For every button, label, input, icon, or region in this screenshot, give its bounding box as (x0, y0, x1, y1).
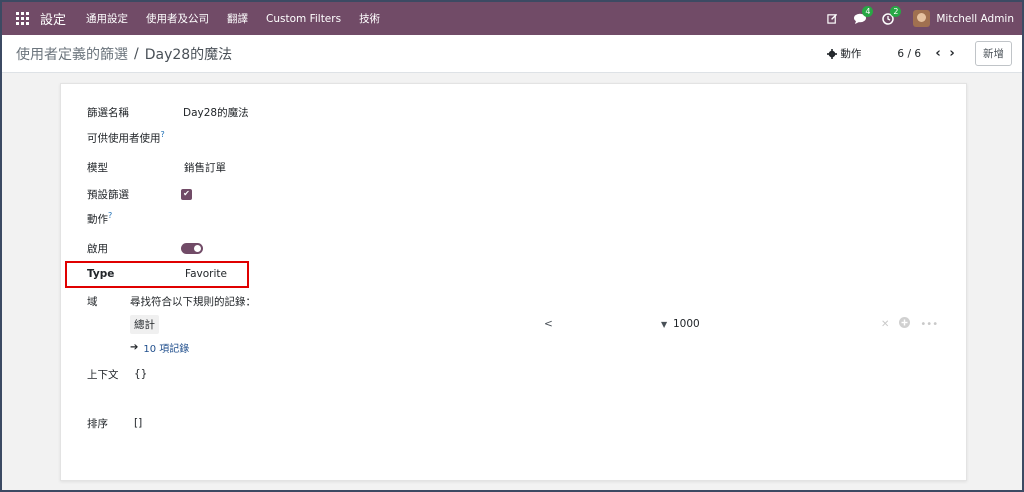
action-menu-button[interactable]: 動作 (827, 46, 861, 61)
context-label: 上下文 (87, 368, 119, 381)
chevron-right-icon[interactable]: › (945, 46, 959, 61)
field-row-context: 上下文 {} (61, 365, 966, 383)
arrow-right-icon: ➔ (130, 341, 139, 353)
user-name[interactable]: Mitchell Admin (936, 13, 1014, 25)
field-row-model: 模型 銷售訂單 (61, 158, 966, 176)
domain-rule-value[interactable]: 1000 (673, 318, 700, 330)
active-toggle[interactable] (181, 242, 203, 254)
default-filter-label: 預設篩選 (87, 188, 129, 201)
messages-badge: 4 (862, 5, 874, 17)
nav-item-technical[interactable]: 技術 (359, 11, 380, 26)
field-row-available-for-user: 可供使用者使用? (61, 129, 966, 147)
sort-label: 排序 (87, 417, 108, 430)
breadcrumb-separator: / (134, 45, 139, 62)
help-tooltip-icon[interactable]: ? (161, 130, 165, 139)
domain-rule-row: 總計 < ▼ 1000 ✕ ••• (130, 313, 943, 335)
breadcrumb-current: Day28的魔法 (144, 46, 233, 63)
add-rule-icon[interactable] (899, 317, 911, 331)
available-for-user-label: 可供使用者使用? (87, 130, 165, 145)
new-button[interactable]: 新增 (975, 41, 1012, 66)
nav-item-translations[interactable]: 翻譯 (227, 11, 248, 26)
more-options-icon[interactable]: ••• (920, 319, 938, 330)
messages-icon[interactable]: 4 (853, 5, 874, 26)
control-panel-right: 動作 6 / 6 ‹ › 新增 (827, 41, 1022, 66)
records-count-label: 10 項記錄 (143, 343, 190, 355)
nav-menu: 通用設定 使用者及公司 翻譯 Custom Filters 技術 (86, 11, 398, 26)
apps-menu-icon[interactable] (16, 11, 30, 26)
action-label: 動作? (87, 211, 113, 226)
user-avatar[interactable] (913, 10, 931, 27)
breadcrumb-parent-link[interactable]: 使用者定義的篩選 (16, 44, 128, 64)
caret-down-icon[interactable]: ▼ (661, 320, 667, 329)
app-brand[interactable]: 設定 (40, 9, 66, 28)
breadcrumb: 使用者定義的篩選 / Day28的魔法 (16, 44, 232, 64)
records-link[interactable]: ➔ 10 項記錄 (130, 340, 189, 355)
model-label: 模型 (87, 161, 108, 174)
field-row-filter-name: 篩選名稱 Day28的魔法 (61, 103, 966, 121)
delete-rule-icon[interactable]: ✕ (881, 319, 889, 330)
field-row-active: 啟用 (61, 239, 966, 257)
field-row-default-filter: 預設篩選 ✔ (61, 185, 966, 203)
domain-rule-actions: ✕ ••• (881, 317, 948, 331)
help-tooltip-icon[interactable]: ? (108, 211, 112, 220)
checkmark-icon: ✔ (181, 188, 192, 200)
type-highlight-box (65, 261, 249, 288)
model-value[interactable]: 銷售訂單 (184, 160, 226, 175)
gear-icon (827, 48, 838, 59)
domain-label: 域 (87, 295, 98, 308)
active-label: 啟用 (87, 242, 108, 255)
filter-name-label: 篩選名稱 (87, 106, 129, 119)
top-navbar: 設定 通用設定 使用者及公司 翻譯 Custom Filters 技術 4 2 … (2, 2, 1022, 35)
app-frame: 設定 通用設定 使用者及公司 翻譯 Custom Filters 技術 4 2 … (0, 0, 1024, 492)
chevron-left-icon[interactable]: ‹ (931, 46, 945, 61)
nav-item-custom-filters[interactable]: Custom Filters (266, 13, 341, 25)
nav-item-general-settings[interactable]: 通用設定 (86, 11, 128, 26)
default-filter-checkbox[interactable]: ✔ (181, 188, 192, 200)
domain-rule-field[interactable]: 總計 (130, 314, 159, 334)
form-sheet: 篩選名稱 Day28的魔法 可供使用者使用? 模型 銷售訂單 預設篩選 ✔ 動作… (60, 83, 967, 481)
domain-description: 尋找符合以下規則的記錄： (130, 295, 256, 308)
domain-rule-operator[interactable]: < (544, 318, 553, 330)
activities-clock-icon[interactable]: 2 (881, 5, 902, 26)
field-row-action: 動作? (61, 210, 966, 228)
control-panel: 使用者定義的篩選 / Day28的魔法 動作 6 / 6 ‹ › 新增 (2, 35, 1022, 73)
context-value[interactable]: {} (134, 368, 147, 380)
edit-icon[interactable] (825, 12, 839, 26)
action-menu-label: 動作 (840, 48, 862, 60)
toggle-switch (181, 242, 203, 254)
domain-records-row: ➔ 10 項記錄 (61, 338, 966, 356)
nav-item-users-companies[interactable]: 使用者及公司 (146, 11, 209, 26)
field-row-sort: 排序 [] (61, 414, 966, 432)
filter-name-value[interactable]: Day28的魔法 (183, 105, 249, 120)
navbar-systray: 4 2 Mitchell Admin (811, 5, 1022, 27)
pager-value[interactable]: 6 / 6 (897, 48, 921, 60)
field-row-domain: 域 尋找符合以下規則的記錄： (61, 292, 966, 310)
activities-badge: 2 (890, 5, 902, 17)
sort-value[interactable]: [] (134, 417, 142, 429)
